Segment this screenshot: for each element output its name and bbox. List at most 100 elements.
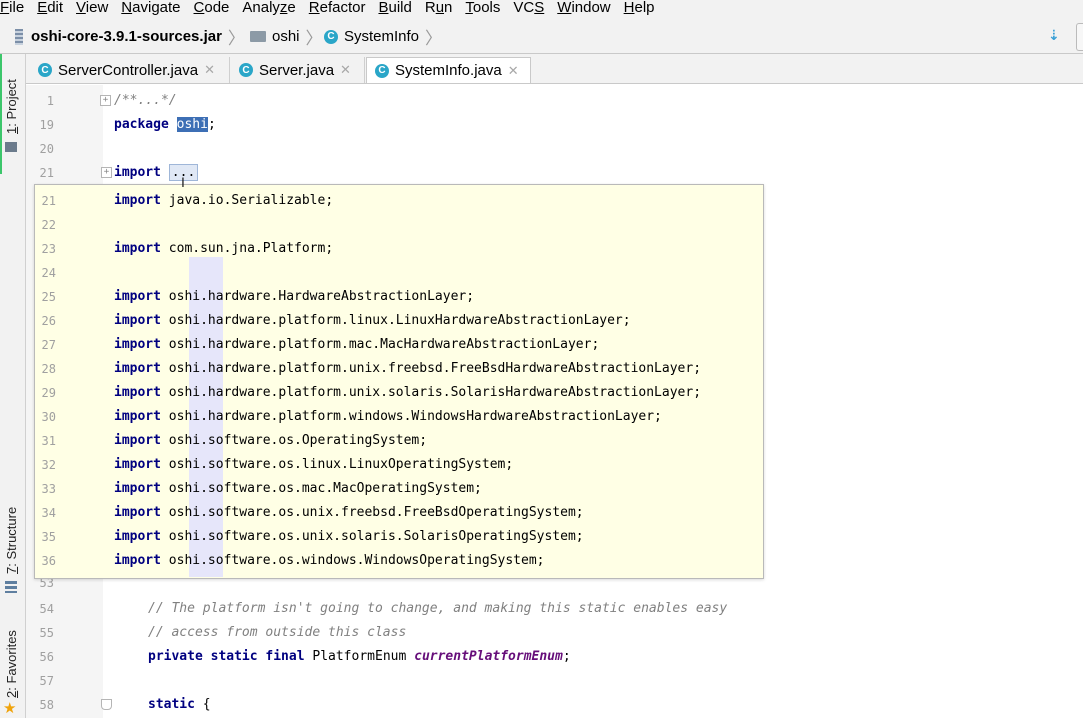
editor-tab-bar: C ServerController.java ✕ C Server.java … (26, 54, 1083, 84)
menu-item-mnemonic: B (378, 0, 389, 16)
structure-tool-num: 7 (4, 566, 19, 574)
close-icon[interactable]: ✕ (204, 62, 215, 78)
menu-item-prefix: Analy (242, 0, 280, 16)
brace: { (202, 697, 211, 712)
menu-item-rest: avigate (132, 0, 181, 16)
preview-code-line: 33 import oshi.software.os.mac.MacOperati… (35, 477, 763, 501)
menu-item[interactable]: Help (624, 0, 655, 16)
line-number: 56 (39, 650, 54, 664)
menu-item-rest: ools (472, 0, 501, 16)
menu-item[interactable]: Analyze (242, 0, 295, 16)
menu-item[interactable]: VCS (513, 0, 544, 16)
tab-servercontroller[interactable]: C ServerController.java ✕ (30, 57, 230, 83)
import-statement: import oshi.software.os.unix.freebsd.Fre… (114, 501, 584, 525)
line-number: 21 (41, 194, 56, 208)
line-number: 33 (41, 482, 56, 496)
preview-code-line: 26 import oshi.hardware.platform.linux.Li… (35, 309, 763, 333)
code-text: /**...*/ (114, 89, 177, 113)
menu-item[interactable]: File (0, 0, 24, 16)
menu-item[interactable]: Code (194, 0, 230, 16)
keyword: import (114, 241, 161, 256)
project-tool-button[interactable]: 1: Project (4, 79, 19, 134)
fold-expand-icon[interactable]: + (101, 167, 112, 178)
code-text: private static final PlatformEnum curren… (148, 645, 571, 669)
chevron-right-icon: 〉 (305, 29, 323, 48)
text-cursor-icon: I (181, 174, 185, 190)
tab-systeminfo[interactable]: C SystemInfo.java ✕ (366, 57, 531, 83)
menu-item-mnemonic: H (623, 0, 635, 16)
menu-item-rest: e (287, 0, 296, 16)
line-number: 36 (41, 554, 56, 568)
line-number: 19 (39, 118, 54, 132)
menu-item-rest: efactor (319, 0, 366, 16)
menu-item[interactable]: Run (425, 0, 453, 16)
code-text: static { (148, 693, 211, 717)
line-number: 55 (39, 626, 54, 640)
code-line: 54 // The platform isn't going to change,… (26, 597, 1083, 621)
sort-icon[interactable]: ⇣ (1048, 27, 1060, 44)
import-statement: import oshi.hardware.platform.unix.freeb… (114, 357, 701, 381)
import-path: .hardware.platform.mac.MacHardwareAbstra… (200, 337, 600, 352)
line-number: 29 (41, 386, 56, 400)
semicolon: ; (207, 117, 216, 132)
import-path: .software.os.windows.WindowsOperatingSys… (200, 553, 545, 568)
code-line: 58 static { (26, 693, 1083, 717)
menu-item[interactable]: Tools (465, 0, 500, 16)
code-editor[interactable]: 1/**...*/+19 package oshi; 20 21 import ... +… (26, 85, 1083, 718)
menu-item[interactable]: Edit (37, 0, 63, 16)
package-prefix: oshi (168, 505, 201, 520)
breadcrumb-package[interactable]: oshi 〉 (250, 19, 323, 54)
field-name: currentPlatformEnum (414, 649, 563, 664)
breadcrumb-package-label: oshi (272, 28, 300, 45)
jar-icon (15, 28, 23, 45)
fold-expand-icon[interactable]: + (100, 95, 111, 106)
menu-item[interactable]: Refactor (309, 0, 366, 16)
import-statement: import oshi.hardware.HardwareAbstraction… (114, 285, 474, 309)
structure-tool-button[interactable]: 7: Structure (4, 507, 19, 574)
package-prefix: oshi (168, 361, 201, 376)
tab-server[interactable]: C Server.java ✕ (231, 57, 365, 83)
package-prefix: oshi (168, 457, 201, 472)
preview-code-line: 36 import oshi.software.os.windows.Window… (35, 549, 763, 573)
menu-item[interactable]: Window (557, 0, 610, 16)
code-line: 19 package oshi; (26, 113, 1083, 137)
keyword: import (114, 505, 161, 520)
toolbar-overflow[interactable] (1076, 23, 1083, 51)
import-path: java.io.Serializable; (168, 193, 334, 208)
fold-collapse-icon[interactable] (101, 699, 112, 710)
package-prefix: oshi (168, 289, 201, 304)
doc-comment: /**...*/ (114, 93, 177, 108)
import-path: .hardware.platform.unix.solaris.SolarisH… (200, 385, 702, 400)
breadcrumb-class[interactable]: C SystemInfo 〉 (324, 19, 442, 54)
class-icon: C (38, 63, 52, 77)
line-number: 32 (41, 458, 56, 472)
close-icon[interactable]: ✕ (340, 62, 351, 78)
menu-item-mnemonic: N (121, 0, 133, 16)
preview-code-line: 25 import oshi.hardware.HardwareAbstracti… (35, 285, 763, 309)
line-number: 54 (39, 602, 54, 616)
folder-icon (250, 31, 266, 42)
keyword: import (114, 457, 161, 472)
package-prefix: oshi (168, 409, 201, 424)
import-path: .software.os.unix.freebsd.FreeBsdOperati… (200, 505, 584, 520)
menu-bar: File Edit View Navigate Code Analyze Refactor B… (0, 0, 1083, 19)
menu-item-mnemonic: C (193, 0, 205, 16)
preview-code-line: 28 import oshi.hardware.platform.unix.fre… (35, 357, 763, 381)
menu-item[interactable]: View (76, 0, 108, 16)
breadcrumb-jar[interactable]: oshi-core-3.9.1-sources.jar 〉 (15, 19, 245, 54)
project-icon (5, 142, 17, 152)
import-path: .software.os.linux.LinuxOperatingSystem; (200, 457, 514, 472)
menu-item[interactable]: Build (378, 0, 411, 16)
close-icon[interactable]: ✕ (508, 63, 519, 79)
package-name-selected: oshi (176, 117, 208, 132)
line-number: 28 (41, 362, 56, 376)
menu-item-mnemonic: W (557, 0, 572, 16)
favorites-tool-button[interactable]: 2: Favorites (4, 630, 19, 698)
menu-item[interactable]: Navigate (121, 0, 180, 16)
import-path: .software.os.OperatingSystem; (200, 433, 428, 448)
menu-item-rest: n (444, 0, 453, 16)
class-icon: C (324, 29, 338, 44)
import-path: .hardware.platform.windows.WindowsHardwa… (200, 409, 662, 424)
keyword: import (114, 337, 161, 352)
preview-code-line: 24 (35, 261, 763, 285)
